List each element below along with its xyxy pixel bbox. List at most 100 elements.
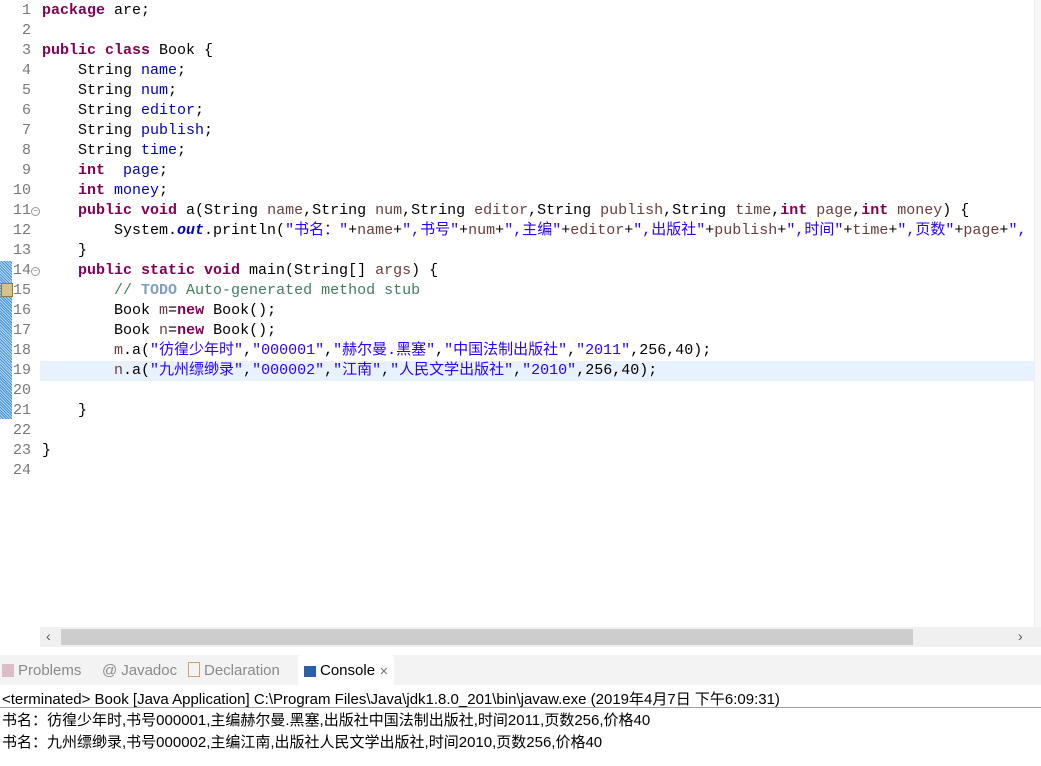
code-token: ; [177, 142, 187, 159]
console-view[interactable]: <terminated> Book [Java Application] C:\… [0, 685, 1041, 766]
at-icon: @ [102, 662, 118, 679]
code-token: ", [1008, 222, 1027, 239]
code-line[interactable]: 4 String name; [0, 61, 1034, 81]
code-token: + [348, 222, 358, 239]
line-number: 3 [21, 42, 31, 59]
code-token: ,256,40); [576, 362, 658, 379]
code-line[interactable]: 15 // TODO Auto-generated method stub [0, 281, 1034, 301]
scrollbar-thumb[interactable] [61, 629, 913, 645]
code-token: + [705, 222, 715, 239]
code-token: } [42, 242, 88, 259]
code-token: editor [141, 102, 196, 119]
fold-toggle-icon[interactable]: − [31, 267, 40, 276]
code-text: System.out.println("书名："+name+",书号"+num+… [42, 221, 1026, 241]
code-line[interactable]: 2 [0, 21, 1034, 41]
code-line[interactable]: 3 public class Book { [0, 41, 1034, 61]
line-number: 13 [12, 242, 31, 259]
code-token: Book(); [204, 302, 277, 319]
code-line[interactable]: 8 String time; [0, 141, 1034, 161]
code-token: package [42, 2, 115, 19]
code-token: ",页数" [897, 222, 955, 239]
code-text: String name; [42, 61, 186, 81]
code-line[interactable]: 22 [0, 421, 1034, 441]
code-token: ; [195, 102, 205, 119]
task-marker-icon[interactable] [1, 283, 13, 297]
line-number: 24 [12, 462, 31, 479]
code-token: Book { [159, 42, 214, 59]
code-token: num [141, 82, 169, 99]
tab-javadoc[interactable]: @ Javadoc [102, 660, 177, 682]
code-token: args [375, 262, 412, 279]
code-token: Book [42, 302, 160, 319]
line-number: 5 [21, 82, 31, 99]
code-line[interactable]: 20 [0, 381, 1034, 401]
code-line[interactable]: 1 package are; [0, 1, 1034, 21]
code-token: time [141, 142, 178, 159]
code-text: } [42, 441, 51, 461]
code-line[interactable]: 18 m.a("彷徨少年时","000001","赫尔曼.黑塞","中国法制出版… [0, 341, 1034, 361]
code-line[interactable]: 24 [0, 461, 1034, 481]
code-editor[interactable]: 1 package are; 2 3 public class Book {4 Stri… [0, 0, 1041, 627]
code-line[interactable]: 5 String num; [0, 81, 1034, 101]
code-line[interactable]: 6 String editor; [0, 101, 1034, 121]
view-tabs: Problems @ Javadoc Declaration Console ✕ [0, 655, 1041, 685]
code-line[interactable]: 16 Book m=new Book(); [0, 301, 1034, 321]
code-token: .a( [123, 342, 151, 359]
tab-console[interactable]: Console ✕ [298, 655, 395, 685]
scroll-right-icon[interactable]: › [1018, 628, 1023, 644]
code-line[interactable]: 10 int money; [0, 181, 1034, 201]
close-icon[interactable]: ✕ [379, 666, 388, 678]
code-token: + [624, 222, 634, 239]
code-token: publish [600, 202, 664, 219]
code-token: + [777, 222, 787, 239]
code-token: num [468, 222, 496, 239]
code-line[interactable]: 23} [0, 441, 1034, 461]
code-token: ,String [303, 202, 376, 219]
code-token: , [243, 362, 253, 379]
code-token: int [780, 202, 808, 219]
code-line[interactable]: 7 String publish; [0, 121, 1034, 141]
line-number: 7 [21, 122, 31, 139]
code-token: Book(); [204, 322, 277, 339]
code-token: .println( [204, 222, 286, 239]
code-token: money [888, 202, 943, 219]
tab-label: Javadoc [121, 662, 178, 679]
code-line[interactable]: 9 int page; [0, 161, 1034, 181]
code-line[interactable]: 17 Book n=new Book(); [0, 321, 1034, 341]
code-token: publish [141, 122, 205, 139]
tab-label: Problems [18, 662, 82, 679]
code-token: ,String [663, 202, 736, 219]
code-token: Auto-generated method stub [177, 282, 421, 299]
code-token: publish [714, 222, 778, 239]
tab-declaration[interactable]: Declaration [188, 660, 280, 682]
code-token: m [159, 302, 169, 319]
code-line[interactable]: 21 } [0, 401, 1034, 421]
code-line[interactable]: 12 System.out.println("书名："+name+",书号"+n… [0, 221, 1034, 241]
code-line[interactable]: 14− public static void main(String[] arg… [0, 261, 1034, 281]
overview-ruler[interactable] [1034, 0, 1041, 627]
code-token: , [771, 202, 781, 219]
code-token: , [852, 202, 862, 219]
code-token: = [168, 322, 178, 339]
code-text: } [42, 241, 87, 261]
code-line[interactable]: 19 n.a("九州缥缈录","000002","江南","人民文学出版社","… [13, 361, 1034, 381]
code-token: } [42, 402, 88, 419]
code-line[interactable]: 13 } [0, 241, 1034, 261]
code-token: ; [177, 62, 187, 79]
code-token: page [963, 222, 1000, 239]
fold-toggle-icon[interactable]: − [31, 207, 40, 216]
code-token: ",出版社" [633, 222, 706, 239]
scroll-left-icon[interactable]: ‹ [46, 628, 51, 644]
code-text: String time; [42, 141, 186, 161]
tab-problems[interactable]: Problems [2, 660, 81, 682]
code-token: Book [42, 322, 160, 339]
horizontal-scrollbar[interactable]: ‹ › [40, 627, 1041, 647]
code-token: , [567, 342, 577, 359]
code-token: , [324, 362, 334, 379]
code-line[interactable]: 11− public void a(String name,String num… [0, 201, 1034, 221]
code-token: "2010" [522, 362, 577, 379]
